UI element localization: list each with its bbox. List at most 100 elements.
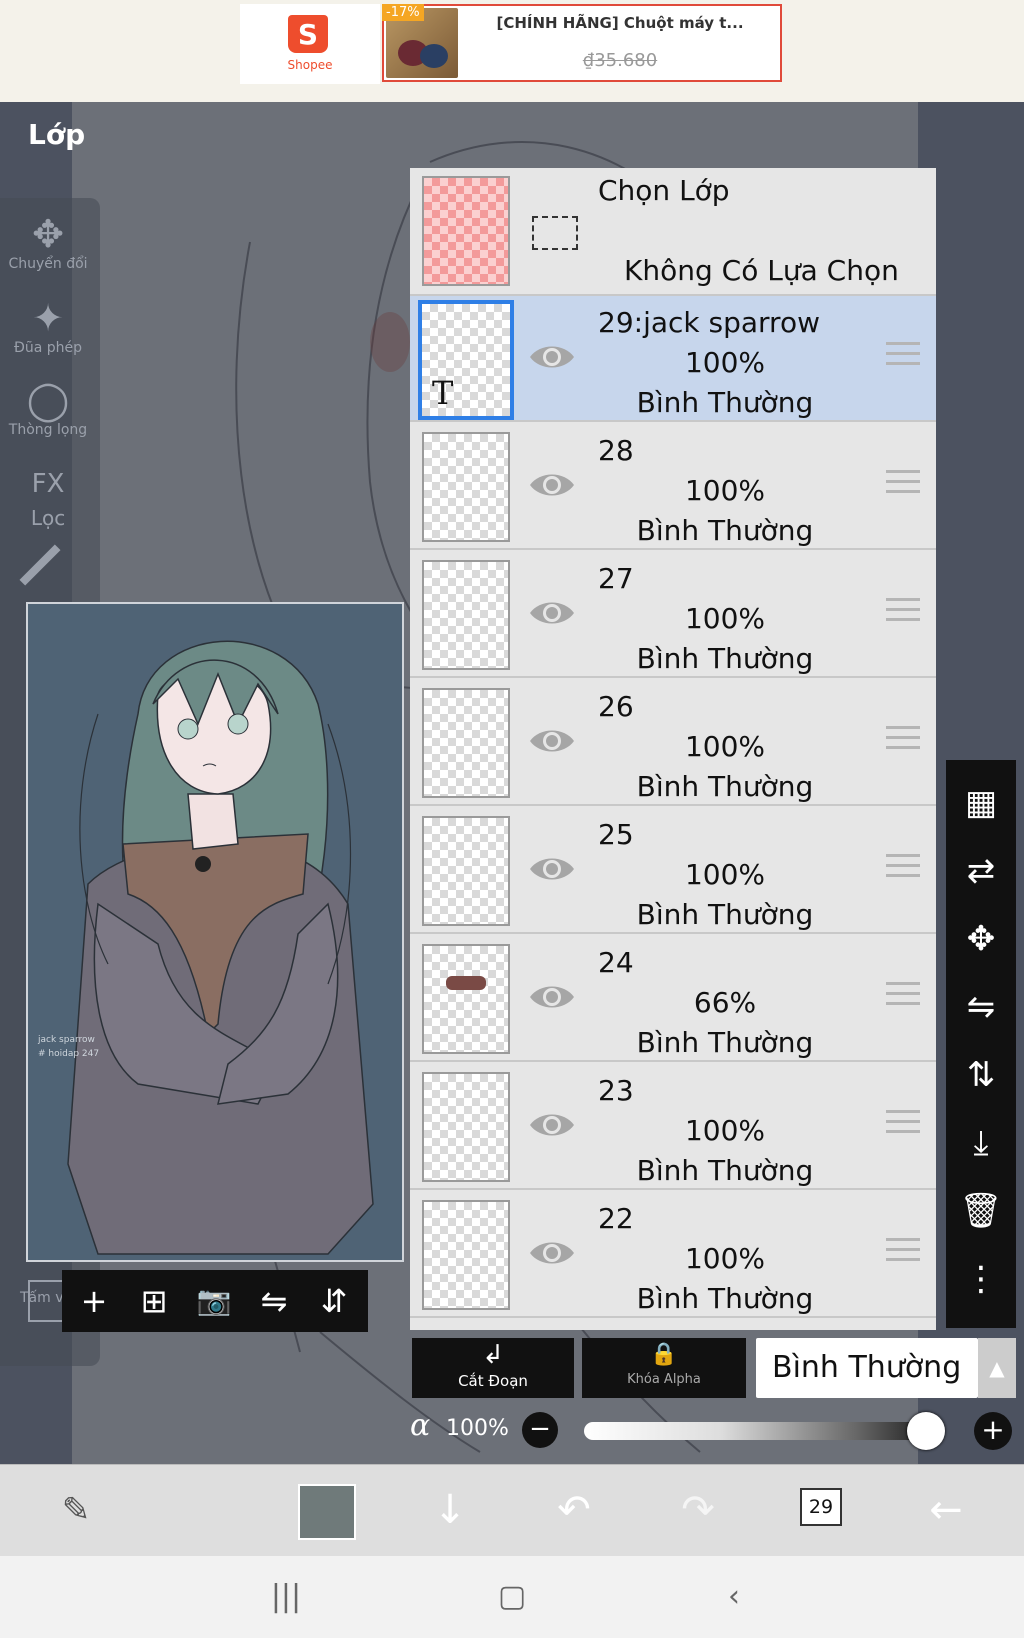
- visibility-eye-icon[interactable]: [528, 1108, 576, 1142]
- opacity-decrease-button[interactable]: −: [522, 1412, 558, 1448]
- tool-label: Lọc: [30, 506, 66, 530]
- layer-row[interactable]: 28 100% Bình Thường: [410, 424, 936, 550]
- undo-icon[interactable]: ↶: [534, 1464, 614, 1556]
- tool-label: Chuyển đổi: [8, 256, 88, 272]
- layer-name: 29:jack sparrow: [598, 306, 820, 339]
- opacity-slider[interactable]: [584, 1422, 926, 1440]
- flip-horizontal-icon[interactable]: ⇋: [946, 974, 1016, 1040]
- back-icon[interactable]: ‹: [694, 1556, 774, 1638]
- layer-row[interactable]: 24 66% Bình Thường: [410, 936, 936, 1062]
- home-icon[interactable]: ▢: [472, 1556, 552, 1638]
- layer-name: 28: [598, 434, 634, 467]
- trash-icon[interactable]: 🗑: [946, 1178, 1016, 1244]
- eraser-tool-icon[interactable]: ✎: [36, 1464, 116, 1556]
- transparent-fill-icon[interactable]: ▦: [946, 770, 1016, 836]
- layer-thumbnail[interactable]: T: [418, 300, 514, 420]
- alpha-symbol: α: [410, 1408, 431, 1443]
- add-layer-icon[interactable]: +: [64, 1270, 124, 1332]
- move-icon[interactable]: ✥: [946, 906, 1016, 972]
- layer-thumbnail[interactable]: [422, 432, 510, 542]
- preview-caption-1: jack sparrow: [37, 1035, 95, 1045]
- visibility-eye-icon[interactable]: [528, 340, 576, 374]
- panel-title: Lớp: [28, 118, 86, 151]
- flip-vertical-icon[interactable]: ⇵: [304, 1270, 364, 1332]
- clip-label: Cắt Đoạn: [458, 1372, 528, 1390]
- layer-blend-mode: Bình Thường: [636, 514, 814, 547]
- preview-toolbar: + ⊞ 📷 ⇋ ⇵: [62, 1270, 368, 1332]
- layer-blend-mode: Bình Thường: [636, 1154, 814, 1187]
- blend-mode-arrow-icon[interactable]: ▲: [978, 1338, 1016, 1398]
- layer-row[interactable]: 26 100% Bình Thường: [410, 680, 936, 806]
- drag-handle-icon[interactable]: [886, 982, 920, 1010]
- layers-list[interactable]: Chọn Lớp Không Có Lựa Chọn T 29:jack spar…: [410, 168, 936, 1330]
- layer-thumbnail[interactable]: [422, 688, 510, 798]
- layer-opacity: 66%: [693, 986, 757, 1019]
- layer-row[interactable]: 27 100% Bình Thường: [410, 552, 936, 678]
- drag-handle-icon[interactable]: [886, 470, 920, 498]
- flip-vertical-icon[interactable]: ⇅: [946, 1042, 1016, 1108]
- lock-icon: 🔒: [650, 1342, 678, 1367]
- tool-label: Thòng lọng: [8, 422, 88, 438]
- swap-layer-icon[interactable]: ⇄: [946, 838, 1016, 904]
- layer-blend-mode: Bình Thường: [636, 642, 814, 675]
- recent-apps-icon[interactable]: |||: [246, 1556, 326, 1638]
- shopee-brand-label: Shopee: [287, 58, 333, 72]
- ad-product-price: ₫35.680: [582, 50, 658, 71]
- drag-handle-icon[interactable]: [886, 342, 920, 370]
- camera-icon[interactable]: 📷: [184, 1270, 244, 1332]
- flip-horizontal-icon[interactable]: ⇋: [244, 1270, 304, 1332]
- drag-handle-icon[interactable]: [886, 598, 920, 626]
- tool-transform[interactable]: ✥ Chuyển đổi: [0, 212, 96, 272]
- visibility-eye-icon[interactable]: [528, 596, 576, 630]
- visibility-eye-icon[interactable]: [528, 852, 576, 886]
- back-arrow-icon[interactable]: ←: [906, 1464, 986, 1556]
- drag-handle-icon[interactable]: [886, 1238, 920, 1266]
- layer-thumbnail[interactable]: [422, 816, 510, 926]
- bottom-toolbar: [0, 1464, 1024, 1557]
- layer-thumbnail[interactable]: [422, 560, 510, 670]
- tool-magic-wand[interactable]: ✦ Đũa phép: [0, 296, 96, 356]
- layer-row[interactable]: 23 100% Bình Thường: [410, 1064, 936, 1190]
- opacity-increase-button[interactable]: +: [974, 1412, 1012, 1450]
- layer-content-mark: [446, 976, 486, 990]
- drag-handle-icon[interactable]: [886, 854, 920, 882]
- merge-down-icon[interactable]: ⤓: [946, 1110, 1016, 1176]
- discount-badge: -17%: [382, 4, 424, 21]
- select-layer-subtitle: Không Có Lựa Chọn: [624, 254, 899, 287]
- drag-handle-icon[interactable]: [886, 1110, 920, 1138]
- visibility-eye-icon[interactable]: [528, 1236, 576, 1270]
- opacity-slider-handle[interactable]: [907, 1412, 945, 1450]
- layer-blend-mode: Bình Thường: [636, 1282, 814, 1315]
- tool-filter[interactable]: FX Lọc: [0, 462, 96, 530]
- add-layer-box-icon[interactable]: ⊞: [124, 1270, 184, 1332]
- layer-opacity: 100%: [684, 858, 766, 891]
- layer-row[interactable]: T 29:jack sparrow 100% Bình Thường: [410, 296, 936, 422]
- visibility-eye-icon[interactable]: [528, 468, 576, 502]
- clip-button[interactable]: ↲ Cắt Đoạn: [412, 1338, 574, 1398]
- text-layer-icon: T: [432, 374, 454, 412]
- redo-icon[interactable]: ↷: [658, 1464, 738, 1556]
- alpha-lock-button[interactable]: 🔒 Khóa Alpha: [582, 1338, 746, 1398]
- layer-row[interactable]: 22 100% Bình Thường: [410, 1192, 936, 1318]
- drag-handle-icon[interactable]: [886, 726, 920, 754]
- layer-opacity: 100%: [684, 1242, 766, 1275]
- visibility-eye-icon[interactable]: [528, 980, 576, 1014]
- lasso-icon: ◯: [26, 378, 70, 422]
- down-arrow-icon[interactable]: ↓: [410, 1464, 490, 1556]
- layer-opacity: 100%: [684, 602, 766, 635]
- canvas-frame-icon: [28, 1280, 64, 1322]
- layer-row[interactable]: 25 100% Bình Thường: [410, 808, 936, 934]
- select-layer-row[interactable]: Chọn Lớp Không Có Lựa Chọn: [410, 168, 936, 296]
- layer-thumbnail[interactable]: [422, 1200, 510, 1310]
- more-icon[interactable]: ⋮: [946, 1246, 1016, 1312]
- layer-thumbnail[interactable]: [422, 944, 510, 1054]
- layer-count-icon[interactable]: 29: [800, 1488, 842, 1526]
- shopee-bag-icon: S: [288, 15, 328, 53]
- canvas-preview[interactable]: jack sparrow # hoidap 247: [26, 602, 404, 1262]
- fx-filter-icon: FX: [31, 469, 65, 499]
- tool-lasso[interactable]: ◯ Thòng lọng: [0, 378, 96, 438]
- visibility-eye-icon[interactable]: [528, 724, 576, 758]
- layer-thumbnail[interactable]: [422, 1072, 510, 1182]
- select-layer-title: Chọn Lớp: [598, 174, 730, 207]
- current-color-swatch[interactable]: [298, 1484, 356, 1540]
